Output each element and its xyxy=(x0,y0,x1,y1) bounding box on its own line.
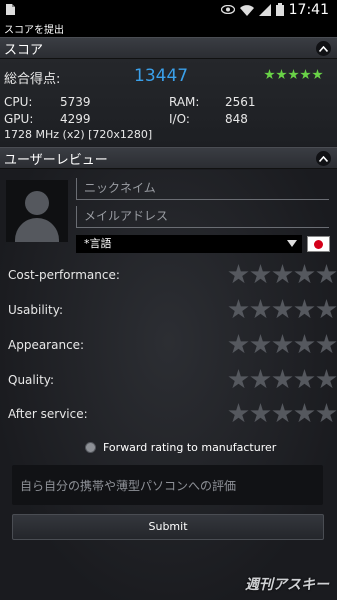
star-icon xyxy=(300,69,311,80)
action-bar: スコアを提出 xyxy=(0,19,337,37)
star-icon[interactable] xyxy=(294,334,315,354)
star-icon[interactable] xyxy=(272,403,293,423)
star-icon[interactable] xyxy=(316,299,337,319)
io-value: 848 xyxy=(225,112,248,126)
star-icon[interactable] xyxy=(272,299,293,319)
collapse-score-button[interactable] xyxy=(316,41,331,56)
japan-flag-icon[interactable] xyxy=(307,236,330,252)
collapse-review-button[interactable] xyxy=(316,151,331,166)
total-score-stars xyxy=(264,69,323,80)
star-icon[interactable] xyxy=(228,299,249,319)
ram-label: RAM: xyxy=(169,95,200,109)
rating-label-cost-performance: Cost-performance: xyxy=(8,268,120,282)
publisher-watermark: 週刊アスキー xyxy=(245,577,329,593)
battery-icon xyxy=(275,3,284,16)
wifi-icon xyxy=(239,4,254,16)
star-icon[interactable] xyxy=(316,334,337,354)
dropdown-arrow-icon xyxy=(287,240,297,247)
star-icon[interactable] xyxy=(228,369,249,389)
star-icon[interactable] xyxy=(250,264,271,284)
forward-rating-label[interactable]: Forward rating to manufacturer xyxy=(103,441,276,454)
rating-stars-usability[interactable] xyxy=(228,299,337,320)
star-icon[interactable] xyxy=(272,369,293,389)
star-icon[interactable] xyxy=(316,369,337,389)
cpu-label: CPU: xyxy=(4,95,33,109)
device-info: 1728 MHz (x2) [720x1280] xyxy=(4,128,153,141)
star-icon[interactable] xyxy=(250,403,271,423)
email-field[interactable]: メイルアドレス xyxy=(76,206,329,228)
total-score-value: 13447 xyxy=(134,66,189,86)
star-icon[interactable] xyxy=(294,403,315,423)
language-select[interactable]: *言語 xyxy=(76,235,302,253)
rating-stars-cost-performance[interactable] xyxy=(228,264,337,285)
star-icon[interactable] xyxy=(294,369,315,389)
document-icon xyxy=(6,4,15,15)
star-icon[interactable] xyxy=(228,403,249,423)
star-icon[interactable] xyxy=(250,299,271,319)
star-icon[interactable] xyxy=(250,369,271,389)
rating-label-quality: Quality: xyxy=(8,373,55,387)
cpu-value: 5739 xyxy=(60,95,91,109)
avatar-body xyxy=(15,218,59,242)
star-icon[interactable] xyxy=(228,264,249,284)
star-icon[interactable] xyxy=(316,264,337,284)
rating-label-appearance: Appearance: xyxy=(8,338,85,352)
gpu-value: 4299 xyxy=(60,112,91,126)
avatar-head xyxy=(25,191,49,215)
forward-rating-radio[interactable] xyxy=(85,442,96,453)
review-section-title: ユーザーレビュー xyxy=(4,152,108,168)
submit-button[interactable]: Submit xyxy=(12,514,324,540)
status-bar: 17:41 xyxy=(0,0,337,19)
language-select-label: *言語 xyxy=(84,237,112,250)
star-icon[interactable] xyxy=(294,299,315,319)
rating-stars-after-service[interactable] xyxy=(228,403,337,424)
star-icon xyxy=(288,69,299,80)
star-icon xyxy=(312,69,323,80)
review-section-header[interactable]: ユーザーレビュー xyxy=(0,147,337,169)
rating-label-usability: Usability: xyxy=(8,303,63,317)
avatar[interactable] xyxy=(6,180,68,242)
gpu-label: GPU: xyxy=(4,112,34,126)
chevron-up-icon xyxy=(319,45,328,52)
io-label: I/O: xyxy=(169,112,190,126)
total-score-label: 総合得点: xyxy=(4,72,61,87)
star-icon[interactable] xyxy=(294,264,315,284)
ram-value: 2561 xyxy=(225,95,256,109)
star-icon[interactable] xyxy=(250,334,271,354)
star-icon[interactable] xyxy=(272,264,293,284)
eye-icon xyxy=(220,5,235,14)
star-icon[interactable] xyxy=(316,403,337,423)
score-section-title: スコア xyxy=(4,42,44,58)
comment-input[interactable]: 自ら自分の携帯や薄型パソコンへの評価 xyxy=(12,465,323,505)
rating-stars-appearance[interactable] xyxy=(228,334,337,355)
rating-label-after-service: After service: xyxy=(8,407,88,421)
star-icon[interactable] xyxy=(228,334,249,354)
chevron-up-icon xyxy=(319,155,328,162)
star-icon xyxy=(264,69,275,80)
star-icon[interactable] xyxy=(272,334,293,354)
status-time: 17:41 xyxy=(288,1,329,18)
star-icon xyxy=(276,69,287,80)
screen-title: スコアを提出 xyxy=(4,24,64,36)
nickname-field[interactable]: ニックネイム xyxy=(76,178,329,200)
score-section-header[interactable]: スコア xyxy=(0,37,337,59)
flag-dot xyxy=(314,240,323,249)
rating-stars-quality[interactable] xyxy=(228,369,337,390)
signal-icon xyxy=(258,3,271,16)
